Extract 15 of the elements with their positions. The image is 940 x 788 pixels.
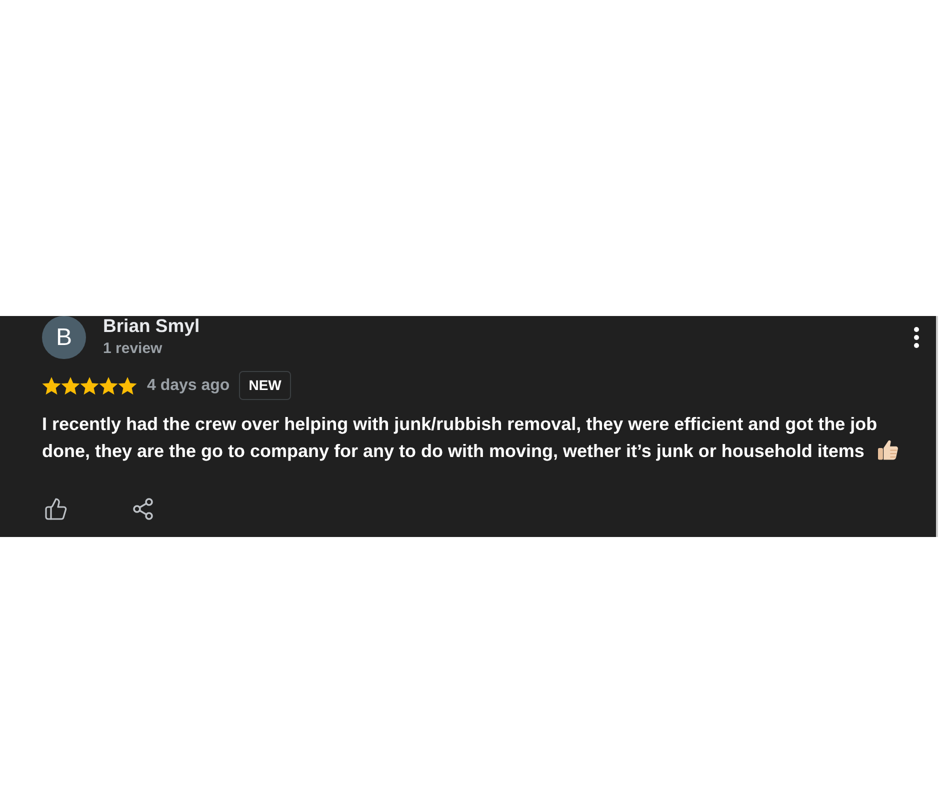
- reviewer-name[interactable]: Brian Smyl: [103, 316, 200, 336]
- new-badge: NEW: [238, 371, 292, 400]
- more-options-icon: [914, 326, 918, 348]
- review-text: I recently had the crew over helping with junk/rubbish removal, they were efficient and got the job done, they are the go to company for any to do with moving, wether it’s junk or household items: [42, 414, 878, 461]
- star-icon: [42, 376, 61, 394]
- star-icon: [80, 376, 99, 394]
- star-icon: [61, 376, 80, 394]
- star-icon: [118, 376, 137, 394]
- thumbs-up-emoji-icon: [878, 440, 898, 460]
- star-icon: [99, 376, 118, 394]
- review-count: 1 review: [103, 339, 164, 359]
- share-icon: [131, 497, 155, 521]
- avatar-initial: B: [56, 326, 72, 350]
- thumbs-up-icon: [44, 497, 68, 521]
- review-time: 4 days ago: [147, 376, 230, 396]
